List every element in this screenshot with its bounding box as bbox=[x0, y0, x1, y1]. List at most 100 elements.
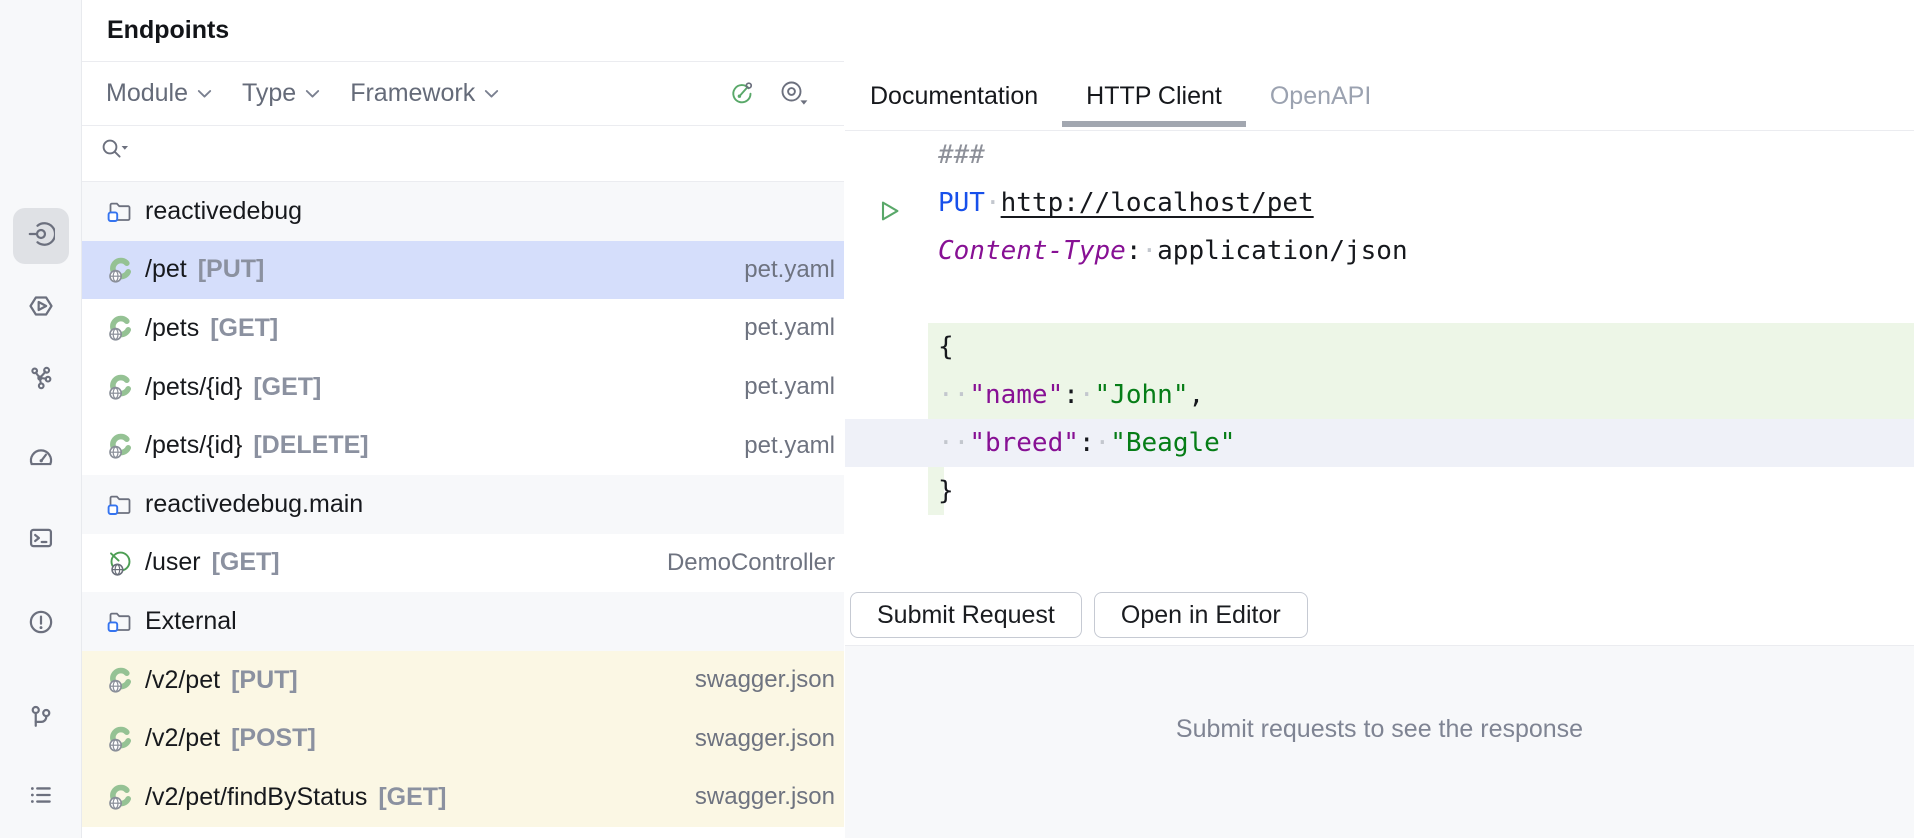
method-tag: [GET] bbox=[212, 548, 280, 577]
details-tabs: DocumentationHTTP ClientOpenAPI bbox=[845, 62, 1914, 131]
endpoint-row-/pets[interactable]: /pets [GET] pet.yaml bbox=[82, 299, 844, 358]
tab-http-client[interactable]: HTTP Client bbox=[1062, 62, 1246, 130]
code-line[interactable]: } bbox=[845, 467, 1914, 515]
stripe-item-profiler[interactable] bbox=[13, 432, 69, 488]
endpoint-path: /v2/pet/findByStatus bbox=[145, 783, 367, 812]
run-request-icon[interactable] bbox=[878, 191, 902, 215]
stripe-item-endpoints[interactable] bbox=[13, 208, 69, 264]
search-field[interactable] bbox=[82, 126, 844, 182]
todo-icon bbox=[27, 781, 55, 814]
code-line[interactable]: ··"name":·"John", bbox=[845, 371, 1914, 419]
filter-type[interactable]: Type bbox=[242, 79, 320, 108]
method-tag: [GET] bbox=[253, 373, 321, 402]
module-folder-icon bbox=[106, 490, 134, 518]
stripe-item-todo[interactable] bbox=[13, 769, 69, 825]
code-line[interactable]: PUT·http://localhost/pet bbox=[845, 179, 1914, 227]
method-tag: [POST] bbox=[231, 724, 316, 753]
filter-bar: Module Type Framework bbox=[82, 62, 844, 126]
stripe-item-services[interactable] bbox=[13, 280, 69, 336]
module-folder-icon bbox=[106, 607, 134, 635]
spring-endpoint-icon bbox=[106, 549, 134, 577]
filter-module[interactable]: Module bbox=[106, 79, 212, 108]
api-endpoint-icon bbox=[106, 783, 134, 811]
api-endpoint-icon bbox=[106, 666, 134, 694]
open-in-editor-button[interactable]: Open in Editor bbox=[1094, 592, 1308, 638]
code-line[interactable]: { bbox=[845, 323, 1914, 371]
source-file-label: pet.yaml bbox=[744, 432, 835, 460]
tab-openapi[interactable]: OpenAPI bbox=[1246, 62, 1395, 130]
submit-request-button[interactable]: Submit Request bbox=[850, 592, 1082, 638]
code-line[interactable]: ### bbox=[845, 131, 1914, 179]
method-tag: [PUT] bbox=[231, 666, 298, 695]
response-placeholder-text: Submit requests to see the response bbox=[1176, 715, 1583, 744]
endpoint-path: reactivedebug.main bbox=[145, 490, 363, 519]
source-file-label: swagger.json bbox=[695, 725, 835, 753]
source-file-label: pet.yaml bbox=[744, 314, 835, 342]
api-endpoint-icon bbox=[106, 725, 134, 753]
endpoint-row-/v2/pet/findByStatus[interactable]: /v2/pet/findByStatus [GET] swagger.json bbox=[82, 768, 844, 827]
profiler-icon bbox=[27, 444, 55, 477]
endpoint-path: /pets bbox=[145, 314, 199, 343]
problems-icon bbox=[27, 608, 55, 641]
source-file-label: pet.yaml bbox=[744, 256, 835, 284]
api-endpoint-icon bbox=[106, 373, 134, 401]
http-request-editor[interactable]: ###PUT·http://localhost/petContent-Type:… bbox=[845, 131, 1914, 645]
request-actions: Submit Request Open in Editor bbox=[850, 592, 1308, 638]
endpoint-list: reactivedebug /pet [PUT] pet.yaml /pets … bbox=[82, 182, 844, 827]
endpoint-row-/v2/pet[interactable]: /v2/pet [PUT] swagger.json bbox=[82, 651, 844, 710]
endpoint-row-/pet[interactable]: /pet [PUT] pet.yaml bbox=[82, 241, 844, 300]
source-file-label: pet.yaml bbox=[744, 373, 835, 401]
endpoint-path: /pets/{id} bbox=[145, 431, 242, 460]
tab-documentation[interactable]: Documentation bbox=[846, 62, 1062, 130]
terminal-icon bbox=[27, 524, 55, 557]
code-line[interactable]: ··"breed":·"Beagle" bbox=[845, 419, 1914, 467]
endpoints-tool-window: Endpoints Module Type Framework reactive… bbox=[0, 0, 1914, 838]
chevron-down-icon bbox=[305, 89, 320, 99]
endpoint-path: /pets/{id} bbox=[145, 373, 242, 402]
method-tag: [GET] bbox=[210, 314, 278, 343]
endpoint-row-/v2/pet[interactable]: /v2/pet [POST] swagger.json bbox=[82, 709, 844, 768]
endpoint-path: /pet bbox=[145, 255, 187, 284]
tool-window-stripe bbox=[0, 0, 82, 838]
endpoints-icon bbox=[27, 220, 55, 253]
view-options-eye-icon[interactable] bbox=[778, 79, 810, 109]
endpoint-row-/user[interactable]: /user [GET] DemoController bbox=[82, 534, 844, 593]
search-icon[interactable] bbox=[99, 136, 133, 171]
endpoint-path: /v2/pet bbox=[145, 724, 220, 753]
services-icon bbox=[27, 292, 55, 325]
stripe-item-beans[interactable] bbox=[13, 352, 69, 408]
stripe-item-problems[interactable] bbox=[13, 596, 69, 652]
module-row-reactivedebug[interactable]: reactivedebug bbox=[82, 182, 844, 241]
stripe-item-version-control[interactable] bbox=[13, 691, 69, 747]
chevron-down-icon bbox=[197, 89, 212, 99]
source-file-label: swagger.json bbox=[695, 666, 835, 694]
module-row-reactivedebug.main[interactable]: reactivedebug.main bbox=[82, 475, 844, 534]
method-tag: [GET] bbox=[378, 783, 446, 812]
endpoint-row-/pets/{id}[interactable]: /pets/{id} [GET] pet.yaml bbox=[82, 358, 844, 417]
source-file-label: DemoController bbox=[667, 549, 835, 577]
module-row-External[interactable]: External bbox=[82, 592, 844, 651]
method-tag: [PUT] bbox=[198, 255, 265, 284]
panel-title-bar: Endpoints bbox=[82, 0, 844, 62]
stripe-item-terminal[interactable] bbox=[13, 512, 69, 568]
beans-icon bbox=[27, 364, 55, 397]
endpoint-path: reactivedebug bbox=[145, 197, 302, 226]
filter-framework[interactable]: Framework bbox=[350, 79, 499, 108]
page-title: Endpoints bbox=[107, 16, 229, 45]
module-folder-icon bbox=[106, 197, 134, 225]
response-placeholder-area: Submit requests to see the response bbox=[845, 645, 1914, 838]
endpoint-row-/pets/{id}[interactable]: /pets/{id} [DELETE] pet.yaml bbox=[82, 416, 844, 475]
api-endpoint-icon bbox=[106, 314, 134, 342]
endpoint-details-panel: DocumentationHTTP ClientOpenAPI ###PUT·h… bbox=[845, 0, 1914, 838]
endpoint-path: External bbox=[145, 607, 237, 636]
endpoint-path: /user bbox=[145, 548, 201, 577]
code-line[interactable] bbox=[845, 275, 1914, 323]
injected-fragment-highlight bbox=[928, 323, 1914, 371]
source-file-label: swagger.json bbox=[695, 783, 835, 811]
api-availability-icon[interactable] bbox=[726, 79, 756, 109]
version-control-icon bbox=[27, 703, 55, 736]
method-tag: [DELETE] bbox=[253, 431, 368, 460]
api-endpoint-icon bbox=[106, 432, 134, 460]
api-endpoint-icon bbox=[106, 256, 134, 284]
code-line[interactable]: Content-Type:·application/json bbox=[845, 227, 1914, 275]
